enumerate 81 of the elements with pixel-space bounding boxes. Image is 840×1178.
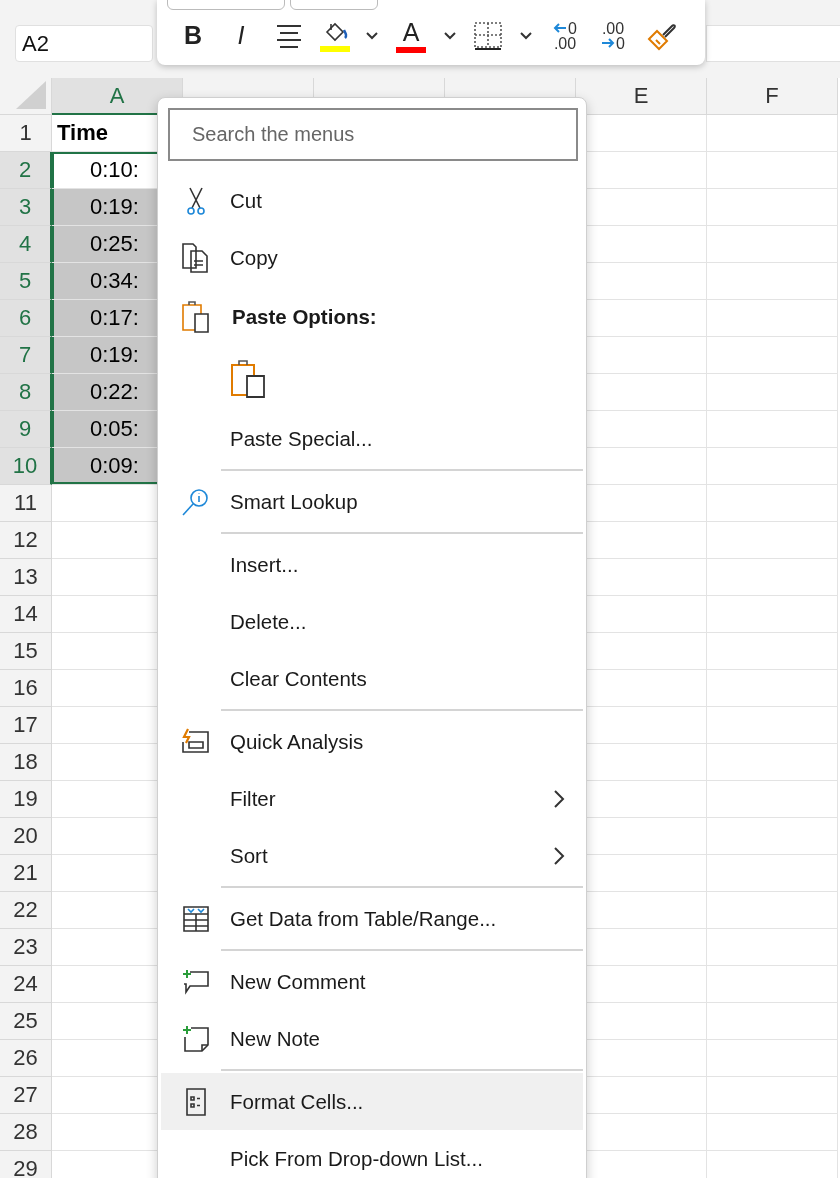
cell-text: 0:10: [90,157,139,183]
cell-text: 0:17: [90,305,139,331]
cell-text: 0:19: [90,194,139,220]
menu-section-header: Paste Options: [232,305,377,329]
menu-item[interactable]: Get Data from Table/Range... [161,890,583,947]
caret-icon [443,31,457,40]
borders-icon [473,20,503,51]
menu-item[interactable]: Format Cells... [161,1073,583,1130]
row-header[interactable]: 24 [0,966,52,1003]
menu-item[interactable]: New Comment [161,953,583,1010]
arrow-left-icon [553,22,568,34]
row-header[interactable]: 8 [0,374,52,411]
note-icon [181,1023,210,1054]
row-header[interactable]: 2 [0,152,52,189]
name-box[interactable]: A2 [15,25,153,62]
menu-item[interactable]: Cut [161,172,583,229]
menu-item[interactable]: Paste Special... [161,410,583,467]
menu-item[interactable]: Delete... [161,593,583,650]
row-header[interactable]: 20 [0,818,52,855]
paste-icon [230,359,268,399]
menu-item[interactable]: Filter [161,770,583,827]
menu-item[interactable]: Smart Lookup [161,473,583,530]
search-field[interactable]: Search the menus [168,108,578,161]
caret-icon [519,31,533,40]
row-header[interactable]: 22 [0,892,52,929]
row-header[interactable]: 28 [0,1114,52,1151]
cell-text: Time [57,120,108,146]
menu-item[interactable]: Sort [161,827,583,884]
caret-icon [365,31,379,40]
menu-item[interactable]: Insert... [161,536,583,593]
row-header[interactable]: 16 [0,670,52,707]
menu-item[interactable]: Quick Analysis [161,713,583,770]
row-header[interactable]: 15 [0,633,52,670]
cell-text: 0:19: [90,342,139,368]
format-cells-icon [184,1086,207,1117]
row-header[interactable]: 18 [0,744,52,781]
row-header[interactable]: 14 [0,596,52,633]
italic-button[interactable]: I [217,13,265,58]
menu-item[interactable]: Clear Contents [161,650,583,707]
row-header[interactable]: 26 [0,1040,52,1077]
row-header[interactable]: 5 [0,263,52,300]
row-header[interactable]: 9 [0,411,52,448]
cell-text: 0:05: [90,416,139,442]
increase-decimal-button[interactable]: 0 .00 [541,13,589,58]
decrease-decimal-button[interactable]: .00 0 [589,13,637,58]
row-header[interactable]: 27 [0,1077,52,1114]
comment-icon [180,967,211,996]
row-header[interactable]: 17 [0,707,52,744]
font-color-button[interactable]: A [387,13,435,58]
row-header[interactable]: 3 [0,189,52,226]
search-icon [180,486,211,517]
row-header[interactable]: 1 [0,115,52,152]
row-header[interactable]: 7 [0,337,52,374]
menu-item[interactable]: Pick From Drop-down List... [161,1130,583,1178]
cell-text: 0:22: [90,379,139,405]
row-header[interactable]: 12 [0,522,52,559]
menu-item[interactable]: New Note [161,1010,583,1067]
quick-analysis-icon [180,727,211,756]
row-header[interactable]: 11 [0,485,52,522]
row-header[interactable]: 10 [0,448,52,485]
row-header[interactable]: 6 [0,300,52,337]
column-header[interactable]: F [707,78,838,115]
clipboard-icon [180,300,211,334]
row-header[interactable]: 29 [0,1151,52,1178]
column-header[interactable]: E [576,78,707,115]
align-center-icon [275,22,303,49]
bold-button[interactable]: B [169,13,217,58]
row-header[interactable]: 19 [0,781,52,818]
menu-item[interactable]: Copy [161,229,583,286]
row-header[interactable]: 21 [0,855,52,892]
column-header[interactable]: A [52,78,183,115]
row-header[interactable]: 25 [0,1003,52,1040]
cell-text: 0:09: [90,453,139,479]
cell-text: 0:34: [90,268,139,294]
cell-text: 0:25: [90,231,139,257]
row-header[interactable]: 23 [0,929,52,966]
paste-button[interactable] [230,359,268,399]
row-header[interactable]: 4 [0,226,52,263]
table-icon [181,904,210,933]
arrow-right-icon [601,37,616,49]
row-header[interactable]: 13 [0,559,52,596]
